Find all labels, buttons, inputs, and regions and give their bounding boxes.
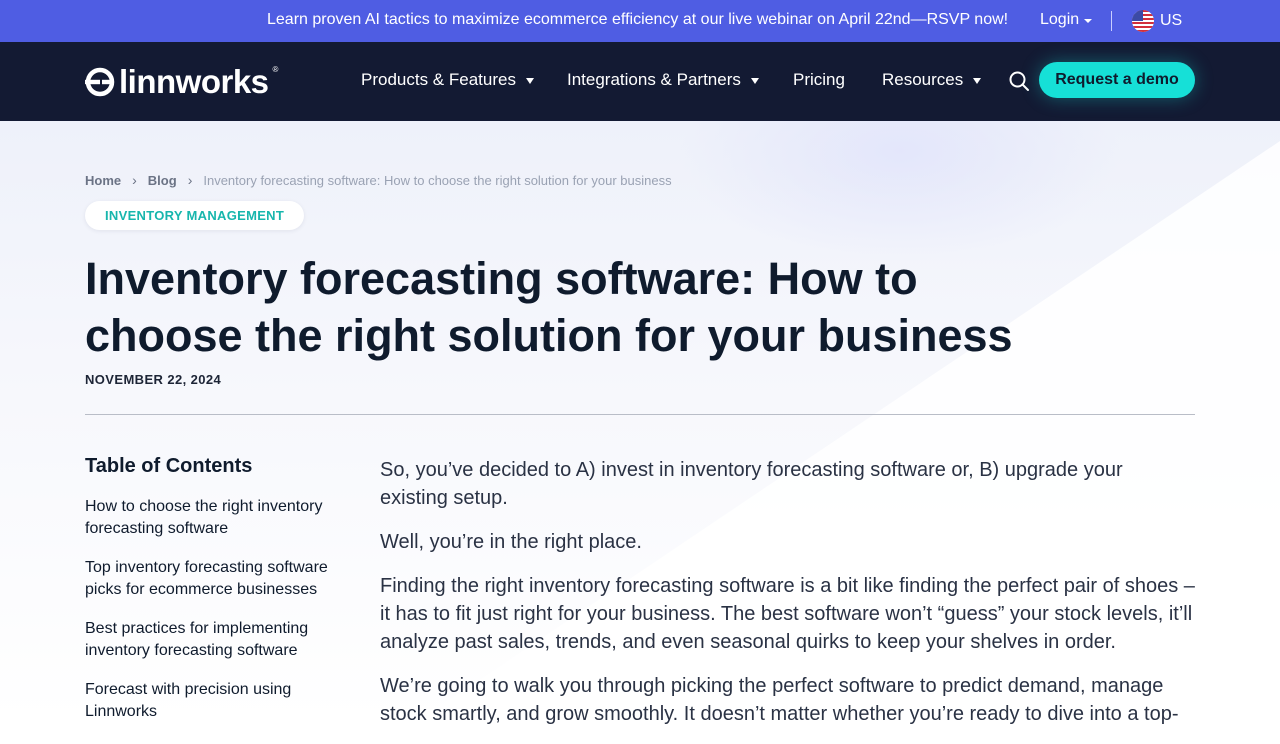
- region-selector[interactable]: US: [1132, 10, 1182, 32]
- top-banner: Learn proven AI tactics to maximize ecom…: [0, 0, 1280, 42]
- breadcrumb: Home › Blog › Inventory forecasting soft…: [85, 172, 672, 188]
- linnworks-logo[interactable]: linnworks ®: [85, 65, 278, 98]
- article-paragraph: Finding the right inventory forecasting …: [380, 575, 1195, 653]
- login-dropdown[interactable]: Login: [1040, 11, 1093, 29]
- article-paragraph: So, you’ve decided to A) invest in inven…: [380, 459, 1123, 509]
- toc-item[interactable]: Top inventory forecasting software picks…: [85, 557, 355, 601]
- webinar-banner-link[interactable]: Learn proven AI tactics to maximize ecom…: [267, 11, 1008, 29]
- banner-divider: [1111, 11, 1112, 31]
- nav-item-label: Products & Features: [361, 70, 516, 89]
- category-tag[interactable]: INVENTORY MANAGEMENT: [85, 201, 305, 230]
- linnworks-logo-icon: [85, 67, 115, 96]
- caret-down-icon: [750, 78, 759, 84]
- nav-pricing[interactable]: Pricing: [793, 70, 845, 90]
- login-label: Login: [1040, 11, 1080, 28]
- nav-item-label: Resources: [882, 70, 964, 89]
- header-divider: [85, 414, 1195, 415]
- registered-mark: ®: [272, 65, 279, 74]
- toc-heading: Table of Contents: [85, 455, 253, 477]
- toc-item[interactable]: Best practices for implementing inventor…: [85, 618, 355, 662]
- main-nav: linnworks ® Products & Features Integrat…: [0, 42, 1280, 121]
- breadcrumb-blog[interactable]: Blog: [148, 173, 177, 188]
- us-flag-icon: [1132, 10, 1154, 32]
- toc-item[interactable]: Forecast with precision using Linnworks: [85, 679, 355, 723]
- page-title: Inventory forecasting software: How to c…: [85, 253, 1013, 361]
- chevron-right-icon: ›: [132, 172, 137, 188]
- article-paragraph: Well, you’re in the right place.: [380, 531, 642, 553]
- article-body: So, you’ve decided to A) invest in inven…: [380, 456, 1195, 744]
- caret-down-icon: [1084, 19, 1093, 23]
- publish-date: NOVEMBER 22, 2024: [85, 372, 222, 387]
- logo-text: linnworks: [119, 63, 269, 100]
- toc-item[interactable]: How to choose the right inventory foreca…: [85, 496, 355, 540]
- caret-down-icon: [525, 78, 534, 84]
- caret-down-icon: [973, 78, 982, 84]
- region-label: US: [1160, 12, 1183, 29]
- breadcrumb-home[interactable]: Home: [85, 173, 121, 188]
- nav-item-label: Pricing: [793, 70, 845, 89]
- nav-item-label: Integrations & Partners: [567, 70, 741, 89]
- nav-resources[interactable]: Resources: [882, 70, 982, 90]
- request-demo-button[interactable]: Request a demo: [1039, 62, 1195, 98]
- nav-integrations-partners[interactable]: Integrations & Partners: [567, 70, 759, 90]
- chevron-right-icon: ›: [187, 172, 193, 188]
- breadcrumb-current: Inventory forecasting software: How to c…: [203, 172, 672, 188]
- table-of-contents: How to choose the right inventory foreca…: [85, 496, 355, 740]
- search-icon[interactable]: [1007, 69, 1031, 93]
- nav-products-features[interactable]: Products & Features: [361, 70, 534, 90]
